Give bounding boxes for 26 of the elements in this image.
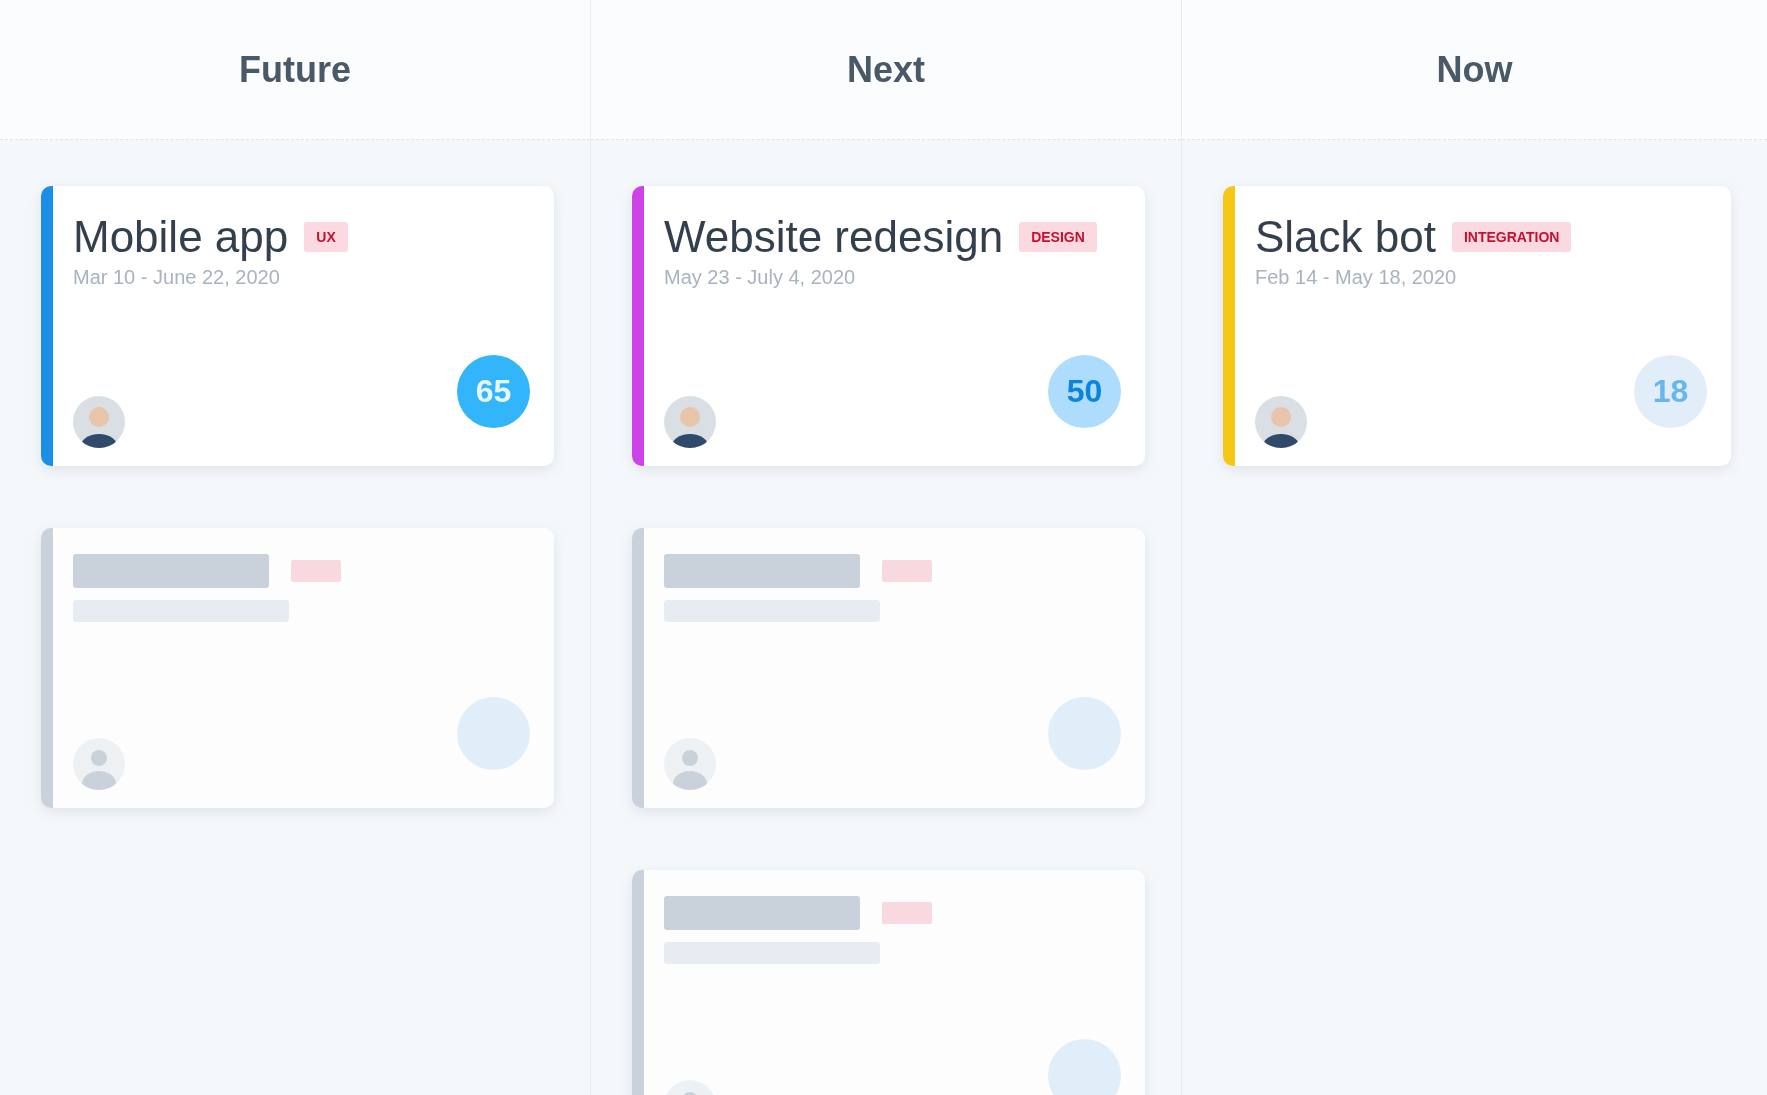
placeholder-tag	[291, 560, 341, 582]
project-card[interactable]: Slack bot INTEGRATION Feb 14 - May 18, 2020 18	[1223, 186, 1731, 466]
card-title: Website redesign	[664, 212, 1004, 262]
placeholder-tag	[882, 902, 932, 924]
avatar	[664, 396, 716, 448]
column-title: Next	[847, 48, 925, 91]
project-card[interactable]: Mobile app UX Mar 10 - June 22, 2020 65	[41, 186, 554, 466]
score-badge: 18	[1634, 355, 1707, 428]
date-range: May 23 - July 4, 2020	[664, 266, 857, 289]
card-title: Mobile app	[73, 212, 289, 262]
score-badge: 65	[457, 355, 530, 428]
column-title: Now	[1436, 48, 1513, 91]
tag: UX	[304, 222, 348, 252]
placeholder-tag	[882, 560, 932, 582]
user-silhouette-icon	[664, 738, 716, 790]
user-silhouette-icon	[73, 738, 125, 790]
score-badge: 50	[1048, 355, 1121, 428]
card-title: Slack bot	[1255, 212, 1436, 262]
project-card[interactable]: Website redesign DESIGN May 23 - July 4, 2020 50	[632, 186, 1145, 466]
column-title: Future	[239, 48, 351, 91]
tag: INTEGRATION	[1452, 222, 1572, 252]
date-range: Mar 10 - June 22, 2020	[73, 266, 281, 289]
avatar	[1255, 396, 1307, 448]
avatar	[73, 396, 125, 448]
tag: DESIGN	[1019, 222, 1097, 252]
date-range: Feb 14 - May 18, 2020	[1255, 266, 1458, 289]
